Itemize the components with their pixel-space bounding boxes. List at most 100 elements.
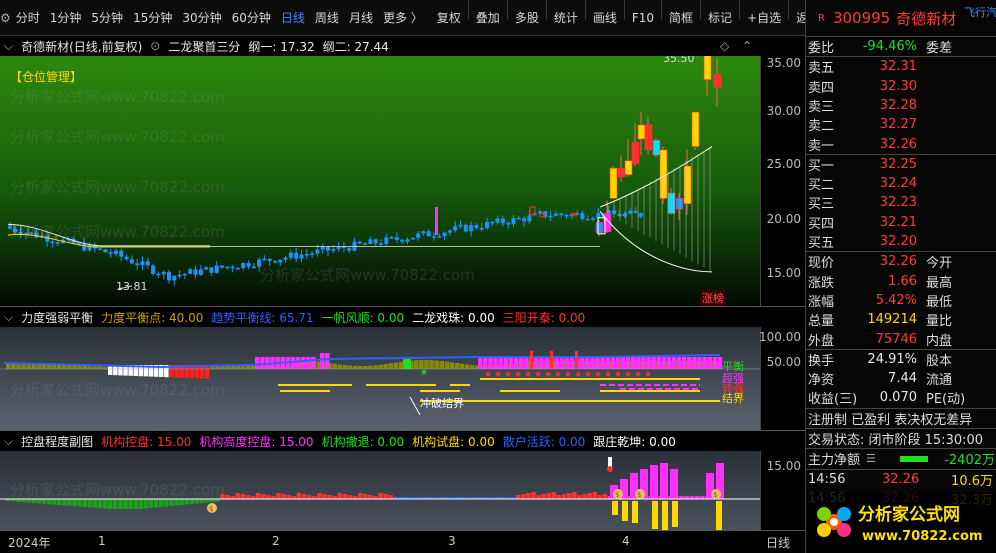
- chevron-down-icon[interactable]: ⌵: [4, 310, 13, 325]
- period-tab[interactable]: 5分钟: [86, 0, 128, 36]
- control-bar: [77, 499, 82, 507]
- institution-test-bar: [622, 501, 628, 521]
- strength-bar: [610, 357, 616, 369]
- strength-title[interactable]: 力度强弱平衡: [21, 309, 93, 326]
- strength-bar: [194, 369, 200, 379]
- control-header: ⌵ 控盘程度副图 机构控盘: 15.00 机构高度控盘: 15.00 机构撤退: 0…: [0, 431, 805, 451]
- tool-button[interactable]: 画线: [588, 0, 622, 36]
- tool-button[interactable]: F10: [627, 0, 659, 36]
- tool-button[interactable]: 统计: [549, 0, 583, 36]
- strength-bar: [636, 357, 641, 369]
- period-tab[interactable]: 日线: [276, 0, 310, 36]
- tool-button[interactable]: 叠加: [471, 0, 505, 36]
- indicator-value: 机构高度控盘: 15.00: [199, 434, 314, 449]
- control-bar: [67, 499, 72, 506]
- candle-body: [553, 213, 558, 216]
- period-tab[interactable]: 分时: [11, 0, 45, 36]
- main-chart-header: ⌵ 奇德新材(日线,前复权) ⊙ 二龙聚首三分 纲一: 17.32 纲二: 27…: [0, 36, 805, 56]
- control-bar: [286, 495, 291, 499]
- candle-body: [45, 235, 50, 242]
- control-chart[interactable]: $ $ $ $: [0, 451, 760, 530]
- red-star: ★: [484, 370, 492, 380]
- indicator-value: 三阳开泰: 0.00: [502, 310, 586, 325]
- strength-bar: [378, 364, 383, 369]
- strength-bar: [641, 357, 646, 369]
- candle-body: [182, 273, 187, 276]
- control-bar: [368, 495, 373, 499]
- candle-body: [416, 233, 421, 238]
- red-star: ★: [504, 370, 512, 380]
- strength-bar: [337, 364, 342, 369]
- period-indicator[interactable]: 日线: [766, 534, 790, 551]
- strength-chart[interactable]: ★ ★ ★ ★ ★ ★ ★ ★ ★ ★ ★ ★ ★ ★ ★ ★ ★★: [0, 327, 760, 430]
- strength-bar: [138, 369, 144, 377]
- control-bar: [41, 499, 47, 504]
- ask-row: 卖四 32.30: [806, 77, 996, 96]
- tick-volume: 10.6万: [951, 473, 993, 489]
- x-label: 3: [448, 534, 456, 548]
- quote-value: 32.25: [879, 156, 917, 172]
- strength-bar: [393, 362, 399, 369]
- strength-bar: [702, 357, 707, 369]
- candle-body: [220, 265, 224, 268]
- quote-value: 7.44: [888, 371, 917, 387]
- control-title[interactable]: 控盘程度副图: [21, 433, 93, 450]
- tool-button[interactable]: 复权: [432, 0, 466, 36]
- period-tab[interactable]: 周线: [310, 0, 344, 36]
- tool-button[interactable]: 多股: [510, 0, 544, 36]
- strength-bar: [692, 357, 697, 369]
- red-star: ★: [634, 370, 642, 380]
- candle-body: [129, 259, 134, 264]
- quote-value: 32.27: [879, 117, 917, 133]
- candle-body: [463, 224, 468, 232]
- control-bar: [87, 499, 93, 508]
- flying-car-tag[interactable]: 飞行汽: [964, 4, 996, 20]
- period-tab[interactable]: 15分钟: [128, 0, 177, 36]
- strength-bar: [631, 357, 636, 369]
- candle-body: [156, 273, 161, 276]
- strength-bar: [67, 365, 72, 369]
- strength-bar: [97, 366, 103, 369]
- main-indicator[interactable]: 二龙聚首三分: [168, 38, 240, 55]
- indicator-value: 机构撤退: 0.00: [321, 434, 405, 449]
- position-management-tag: 【仓位管理】: [10, 70, 83, 84]
- strength-bar: [459, 363, 465, 369]
- strength-bar: [580, 357, 585, 369]
- control-bar: [561, 494, 567, 499]
- candle-body: [410, 237, 415, 240]
- tool-button[interactable]: +自选: [742, 0, 786, 36]
- strength-bar: [465, 364, 470, 369]
- strength-bar: [620, 357, 626, 369]
- strength-bar: [102, 366, 108, 369]
- tool-button[interactable]: 标记: [703, 0, 737, 36]
- candlestick-chart[interactable]: [0, 54, 760, 306]
- control-bar: [97, 499, 103, 509]
- flags-text: 注册制 已盈利 表决权无差异: [808, 412, 973, 428]
- diamond-icon[interactable]: ◇: [720, 39, 729, 53]
- strength-bar: [661, 357, 667, 369]
- candle-body: [357, 241, 362, 244]
- quote-value: 1.66: [888, 273, 917, 289]
- period-tab[interactable]: 1分钟: [45, 0, 87, 36]
- chevron-down-icon[interactable]: ⌵: [4, 39, 13, 54]
- collapse-icon[interactable]: ⌃: [742, 39, 752, 53]
- gear-icon[interactable]: ⚙: [0, 11, 11, 25]
- period-tab[interactable]: 月线: [344, 0, 378, 36]
- strength-bar: [554, 357, 559, 369]
- strength-bar: [368, 365, 373, 369]
- money-bag-icon: $: [615, 491, 619, 499]
- candle-body: [485, 221, 489, 229]
- main-chart-panel: ⌵ 奇德新材(日线,前复权) ⊙ 二龙聚首三分 纲一: 17.32 纲二: 27…: [0, 36, 805, 306]
- candle-body: [591, 218, 595, 220]
- tool-button[interactable]: 简框: [664, 0, 698, 36]
- tool-buttons: 复权叠加多股统计画线F10简框标记+自选返回: [432, 0, 825, 36]
- chevron-down-icon[interactable]: ⌵: [4, 434, 13, 449]
- quote-label: 换手: [808, 353, 835, 369]
- period-tab[interactable]: 更多 〉: [378, 0, 428, 36]
- period-tab[interactable]: 30分钟: [177, 0, 226, 36]
- quote-value: 24.91%: [867, 351, 917, 367]
- control-bar: [541, 494, 546, 499]
- period-tab[interactable]: 60分钟: [227, 0, 276, 36]
- candle-body: [167, 271, 171, 281]
- main-net-row[interactable]: 主力净额 ☰ -2402万: [806, 449, 996, 468]
